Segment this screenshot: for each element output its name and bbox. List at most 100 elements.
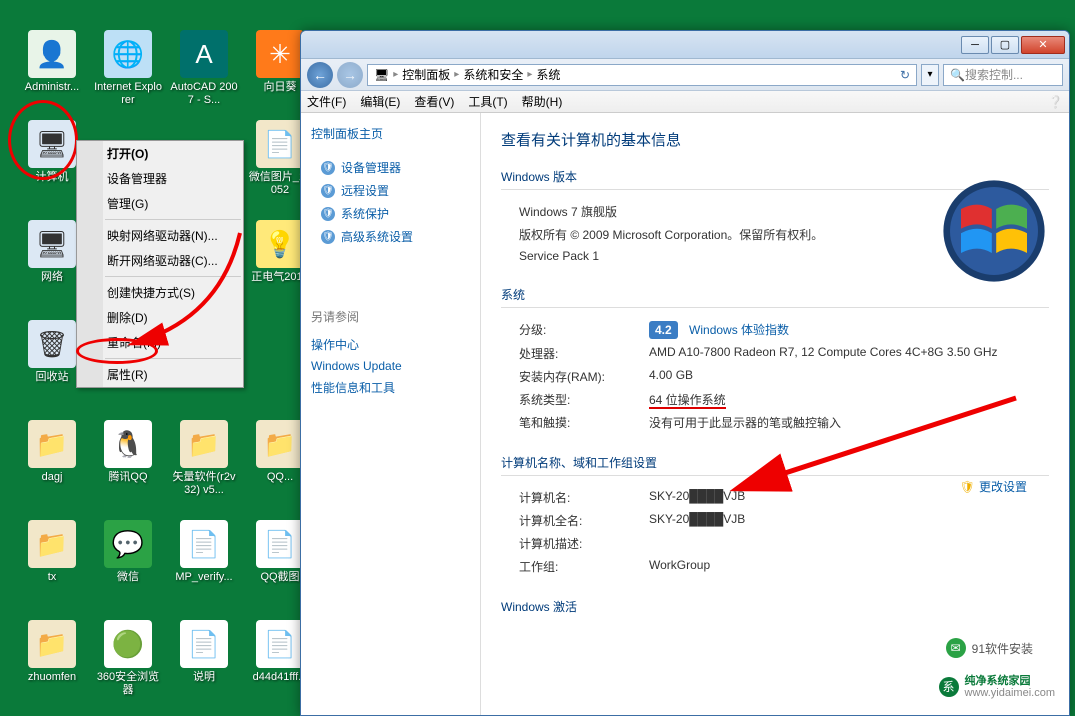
menu-file[interactable]: 文件(F)	[307, 93, 346, 110]
workgroup-label: 工作组:	[519, 558, 649, 575]
ctx-manage[interactable]: 管理(G)	[77, 191, 243, 216]
desktop-icon[interactable]: 🟢 360安全浏览器	[94, 620, 162, 697]
desktop-icon-label: tx	[18, 571, 86, 584]
breadcrumb-system[interactable]: 系统	[536, 66, 560, 83]
ctx-open[interactable]: 打开(O)	[77, 141, 243, 166]
see-also-performance[interactable]: 性能信息和工具	[311, 376, 470, 399]
watermark-91-software: ✉ 91软件安装	[946, 638, 1033, 658]
desktop-icon-glyph: 👤	[28, 30, 76, 78]
desktop-icon[interactable]: 📄说明	[170, 620, 238, 684]
system-properties-window: ─ ▢ ✕ ← → 🖥 ▸ 控制面板 ▸ 系统和安全 ▸ 系统 ↻ ▾ 🔍 搜索…	[300, 30, 1070, 716]
close-button[interactable]: ✕	[1021, 36, 1065, 54]
search-placeholder: 搜索控制...	[965, 66, 1023, 83]
control-panel-icon: 🖥	[374, 68, 389, 82]
desktop-icon[interactable]: 📁zhuomfen	[18, 620, 86, 684]
desktop-icon-label: 360安全浏览器	[94, 671, 162, 697]
nav-forward-button[interactable]: →	[337, 62, 363, 88]
desktop-icon[interactable]: 📁矢量软件(r2v32) v5...	[170, 420, 238, 497]
section-system: 系统 分级: 4.2 Windows 体验指数 处理器:AMD A10-7800…	[501, 286, 1049, 434]
desktop-icon-label: Administr...	[18, 81, 86, 94]
ram-value: 4.00 GB	[649, 368, 1049, 385]
desktop-icon[interactable]: 📄MP_verify...	[170, 520, 238, 584]
full-name-value: SKY-20████VJB	[649, 512, 1049, 529]
desktop-icon-label: AutoCAD 2007 - S...	[170, 81, 238, 107]
ctx-disconnect-drive[interactable]: 断开网络驱动器(C)...	[77, 248, 243, 273]
desktop-icon-glyph: 📄	[256, 120, 304, 168]
sidebar: 控制面板主页 🛡设备管理器 🛡远程设置 🛡系统保护 🛡 高级系统设置 另请参阅 操…	[301, 113, 481, 715]
desktop-icon-glyph: 📁	[28, 420, 76, 468]
shield-icon: 🛡	[960, 480, 975, 494]
desktop-icon-glyph: 💬	[104, 520, 152, 568]
search-icon: 🔍	[950, 68, 965, 82]
see-also-windows-update[interactable]: Windows Update	[311, 356, 470, 376]
pen-touch-value: 没有可用于此显示器的笔或触控输入	[649, 414, 1049, 431]
desktop-icon-glyph: 🌐	[104, 30, 152, 78]
sidebar-home[interactable]: 控制面板主页	[311, 125, 470, 142]
desktop-icon-glyph: 📄	[180, 620, 228, 668]
processor-value: AMD A10-7800 Radeon R7, 12 Compute Cores…	[649, 345, 1049, 362]
breadcrumb-sep: ▸	[454, 69, 459, 80]
breadcrumb-dropdown[interactable]: ▾	[921, 64, 939, 86]
desktop-icon-label: 腾讯QQ	[94, 471, 162, 484]
computer-name-label: 计算机名:	[519, 489, 649, 506]
sidebar-remote-settings[interactable]: 🛡远程设置	[311, 179, 470, 202]
ctx-rename[interactable]: 重命名(M)	[77, 330, 243, 355]
breadcrumb-system-security[interactable]: 系统和安全	[463, 66, 523, 83]
ctx-delete[interactable]: 删除(D)	[77, 305, 243, 330]
maximize-button[interactable]: ▢	[991, 36, 1019, 54]
ctx-separator	[105, 358, 241, 359]
desktop-icon[interactable]: 👤 Administr...	[18, 30, 86, 94]
desktop-icon-glyph: 📁	[28, 520, 76, 568]
ram-label: 安装内存(RAM):	[519, 368, 649, 385]
desktop-icon[interactable]: 📁 tx	[18, 520, 86, 584]
menu-tools[interactable]: 工具(T)	[468, 93, 507, 110]
desktop-icon-glyph: 📄	[256, 620, 304, 668]
ctx-separator	[105, 276, 241, 277]
menu-edit[interactable]: 编辑(E)	[360, 93, 400, 110]
processor-label: 处理器:	[519, 345, 649, 362]
desktop-icon[interactable]: AAutoCAD 2007 - S...	[170, 30, 238, 107]
desktop-icon[interactable]: 💬微信	[94, 520, 162, 584]
ctx-device-manager[interactable]: 设备管理器	[77, 166, 243, 191]
sidebar-advanced-settings[interactable]: 🛡 高级系统设置	[311, 225, 470, 248]
help-icon[interactable]: ❔	[1048, 95, 1063, 109]
system-type-value: 64 位操作系统	[649, 391, 1049, 408]
ctx-map-drive[interactable]: 映射网络驱动器(N)...	[77, 223, 243, 248]
description-label: 计算机描述:	[519, 535, 649, 552]
desktop-icon[interactable]: 🐧 腾讯QQ	[94, 420, 162, 484]
pen-touch-label: 笔和触摸:	[519, 414, 649, 431]
breadcrumb-bar[interactable]: 🖥 ▸ 控制面板 ▸ 系统和安全 ▸ 系统 ↻	[367, 64, 917, 86]
sidebar-item-label: 高级系统设置	[341, 228, 413, 245]
breadcrumb-sep: ▸	[393, 69, 398, 80]
search-input[interactable]: 🔍 搜索控制...	[943, 64, 1063, 86]
breadcrumb-control-panel[interactable]: 控制面板	[402, 66, 450, 83]
refresh-icon[interactable]: ↻	[900, 68, 910, 82]
shield-icon: 🛡	[321, 230, 335, 244]
minimize-button[interactable]: ─	[961, 36, 989, 54]
system-type-label: 系统类型:	[519, 391, 649, 408]
menu-help[interactable]: 帮助(H)	[522, 93, 563, 110]
wechat-logo-icon: ✉	[946, 638, 966, 658]
ctx-create-shortcut[interactable]: 创建快捷方式(S)	[77, 280, 243, 305]
rating-label: 分级:	[519, 321, 649, 339]
sidebar-see-also: 另请参阅 操作中心 Windows Update 性能信息和工具	[311, 308, 470, 399]
shield-icon: 🛡	[321, 161, 335, 175]
section-header: 系统	[501, 286, 1049, 308]
see-also-action-center[interactable]: 操作中心	[311, 333, 470, 356]
section-windows-edition: Windows 版本 Windows 7 旗舰版 版权所有 © 2009 Mic…	[501, 168, 1049, 266]
change-settings-link[interactable]: 🛡更改设置	[960, 478, 1027, 495]
desktop-icon-glyph: 🐧	[104, 420, 152, 468]
desktop-icon[interactable]: 📁dagj	[18, 420, 86, 484]
description-value	[649, 535, 1049, 552]
desktop-icon-glyph: 🟢	[104, 620, 152, 668]
watermark-text: 91软件安装	[972, 640, 1033, 657]
desktop-icon[interactable]: 🌐Internet Explorer	[94, 30, 162, 107]
desktop-icon-glyph: 🗑	[28, 320, 76, 368]
menu-view[interactable]: 查看(V)	[414, 93, 454, 110]
windows-experience-index-link[interactable]: Windows 体验指数	[689, 323, 789, 337]
ctx-properties[interactable]: 属性(R)	[77, 362, 243, 387]
sidebar-device-manager[interactable]: 🛡设备管理器	[311, 156, 470, 179]
nav-back-button[interactable]: ←	[307, 62, 333, 88]
sidebar-system-protection[interactable]: 🛡系统保护	[311, 202, 470, 225]
desktop-icon-label: MP_verify...	[170, 571, 238, 584]
